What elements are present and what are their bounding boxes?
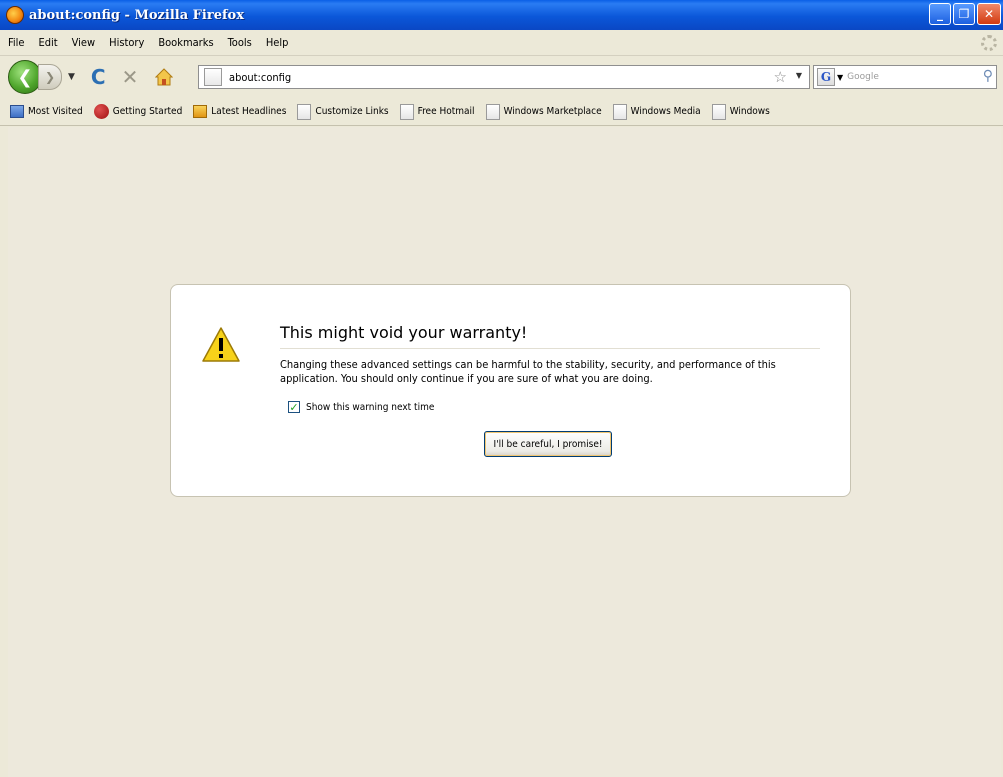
window-title: about:config - Mozilla Firefox — [29, 7, 244, 23]
page-content: This might void your warranty! Changing … — [8, 127, 1001, 777]
warning-dialog: This might void your warranty! Changing … — [170, 284, 851, 497]
bookmark-windows[interactable]: Windows — [711, 103, 770, 120]
forward-arrow-icon: ❯ — [44, 70, 56, 84]
bookmark-label: Windows — [729, 106, 770, 117]
page-icon — [485, 103, 500, 120]
bookmark-windows-marketplace[interactable]: Windows Marketplace — [485, 103, 602, 120]
forward-button[interactable]: ❯ — [38, 64, 62, 90]
warning-icon — [202, 327, 240, 362]
bookmark-getting-started[interactable]: Getting Started — [93, 104, 183, 119]
bookmark-windows-media[interactable]: Windows Media — [612, 103, 701, 120]
search-bar[interactable]: G ▼ Google ⚲ — [813, 65, 997, 89]
close-button[interactable]: ✕ — [977, 3, 1001, 25]
show-warning-option[interactable]: ✓ Show this warning next time — [288, 401, 434, 414]
back-button[interactable]: ❮ — [8, 60, 42, 94]
bookmark-customize-links[interactable]: Customize Links — [297, 103, 389, 120]
warning-title: This might void your warranty! — [280, 323, 528, 342]
search-engine-icon[interactable]: G — [817, 68, 835, 86]
firefox-bookmark-icon — [93, 104, 109, 119]
ill-be-careful-button[interactable]: I'll be careful, I promise! — [484, 431, 612, 457]
bookmark-label: Getting Started — [112, 106, 183, 117]
folder-icon — [10, 105, 24, 118]
navigation-toolbar: ❮ ❯ ▼ C ✕ about:config ☆ ▼ G ▼ Google ⚲ — [0, 56, 1003, 98]
menu-view[interactable]: View — [72, 36, 95, 49]
menu-help[interactable]: Help — [266, 36, 289, 49]
rss-folder-icon — [193, 105, 208, 118]
divider — [280, 348, 820, 349]
page-icon — [711, 103, 726, 120]
restore-button[interactable]: ❐ — [953, 3, 975, 25]
bookmark-label: Latest Headlines — [211, 106, 287, 117]
show-warning-checkbox[interactable]: ✓ — [288, 401, 300, 414]
throbber-icon — [981, 35, 997, 51]
url-bar[interactable]: about:config ☆ ▼ — [198, 65, 810, 89]
bookmark-label: Customize Links — [315, 106, 389, 117]
search-input[interactable]: Google — [847, 72, 879, 82]
firefox-icon — [6, 6, 24, 24]
page-icon — [612, 103, 627, 120]
window-controls: _ ❐ ✕ — [929, 3, 1001, 25]
url-dropdown-icon[interactable]: ▼ — [796, 71, 802, 80]
bookmark-label: Windows Marketplace — [503, 106, 602, 117]
home-icon[interactable] — [154, 67, 174, 87]
search-engine-dropdown-icon[interactable]: ▼ — [837, 73, 843, 82]
bookmark-label: Most Visited — [28, 106, 83, 117]
history-dropdown-icon[interactable]: ▼ — [68, 72, 75, 82]
menu-edit[interactable]: Edit — [38, 36, 57, 49]
bookmark-latest-headlines[interactable]: Latest Headlines — [193, 105, 286, 118]
url-text[interactable]: about:config — [229, 71, 291, 84]
search-icon[interactable]: ⚲ — [983, 68, 993, 84]
page-icon — [204, 68, 222, 86]
menu-tools[interactable]: Tools — [228, 36, 252, 49]
title-bar[interactable]: about:config - Mozilla Firefox _ ❐ ✕ — [0, 0, 1003, 30]
warning-description: Changing these advanced settings can be … — [280, 358, 776, 385]
show-warning-label[interactable]: Show this warning next time — [306, 402, 434, 413]
reload-icon[interactable]: C — [91, 65, 106, 89]
bookmark-label: Free Hotmail — [417, 106, 475, 117]
page-icon — [297, 103, 312, 120]
bookmark-star-icon[interactable]: ☆ — [774, 68, 787, 86]
menu-bar: File Edit View History Bookmarks Tools H… — [0, 30, 1003, 56]
back-arrow-icon: ❮ — [17, 66, 33, 88]
menu-bookmarks[interactable]: Bookmarks — [158, 36, 213, 49]
bookmark-most-visited[interactable]: Most Visited — [10, 105, 83, 118]
bookmark-free-hotmail[interactable]: Free Hotmail — [399, 103, 475, 120]
minimize-button[interactable]: _ — [929, 3, 951, 25]
bookmarks-toolbar: Most Visited Getting Started Latest Head… — [0, 98, 1003, 126]
menu-history[interactable]: History — [109, 36, 144, 49]
menu-file[interactable]: File — [8, 36, 24, 49]
stop-icon[interactable]: ✕ — [122, 65, 139, 89]
page-icon — [399, 103, 414, 120]
bookmark-label: Windows Media — [630, 106, 701, 117]
